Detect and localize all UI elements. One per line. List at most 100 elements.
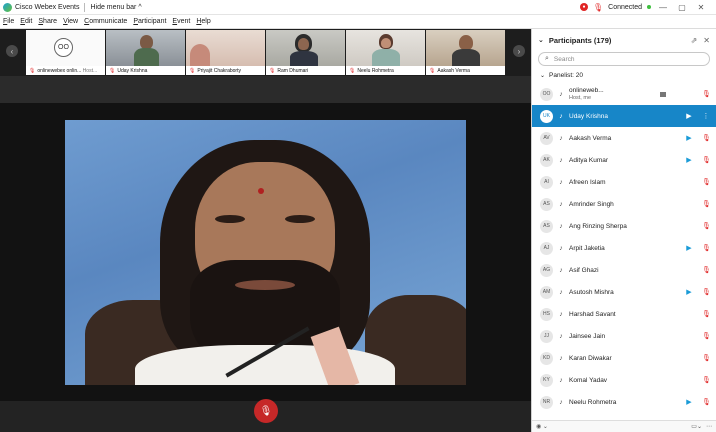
avatar: KY <box>540 373 553 387</box>
avatar: OO <box>54 38 73 57</box>
menu-view[interactable]: View <box>63 18 78 25</box>
avatar: UK <box>540 109 553 123</box>
hide-menu-bar-button[interactable]: Hide menu bar ^ <box>90 4 141 11</box>
minimize-button[interactable]: — <box>656 3 670 12</box>
connection-status: Connected <box>608 3 642 11</box>
thumbnail-uday-krishna[interactable]: 🎙 Uday Krishna <box>106 30 185 75</box>
video-camera-icon: ▶ <box>686 399 692 406</box>
mic-muted-icon: 🎙 <box>349 67 356 74</box>
participant-name-block: Aakash Verma <box>569 135 684 142</box>
participant-name-block: Uday Krishna <box>569 113 684 120</box>
mic-muted-icon: 🎙 <box>702 355 711 362</box>
participant-name: Amrinder Singh <box>569 200 614 208</box>
thumbnail-name: Ram Dhumari <box>277 67 309 74</box>
menu-participant[interactable]: Participant <box>133 18 166 25</box>
menu-help[interactable]: Help <box>196 18 210 25</box>
participant-row[interactable]: JJ ♪ Jainsee Jain 🎙 <box>532 325 716 347</box>
maximize-button[interactable]: ▢ <box>675 3 689 12</box>
thumbnail-name: Uday Krishna <box>117 67 148 74</box>
video-camera-icon: ▶ <box>686 135 692 142</box>
mic-muted-icon: 🎙 <box>702 179 711 186</box>
video-stage: ‹ OO 🎙 onlinewebex onlin... Host... 🎙 Uday… <box>0 29 531 432</box>
avatar: AJ <box>540 241 553 255</box>
participant-row[interactable]: AM ♪ Asutosh Mishra ▶ 🎙 <box>532 281 716 303</box>
menu-event[interactable]: Event <box>172 18 190 25</box>
thumbnail-ram-dhumari[interactable]: 🎙 Ram Dhumari <box>266 30 345 75</box>
participant-row[interactable]: AG ♪ Asif Ghazi 🎙 <box>532 259 716 281</box>
mic-muted-icon: 🎙 <box>702 289 711 296</box>
participant-name-block: Arpit Jaketia <box>569 245 684 252</box>
avatar: NR <box>540 395 553 409</box>
participant-video <box>140 35 153 49</box>
stage-toolbar-area <box>0 76 531 103</box>
menu-file[interactable]: File <box>3 18 14 25</box>
mic-muted-icon: 🎙 <box>702 333 711 340</box>
participant-name-block: onlineweb... Host, me <box>569 87 660 101</box>
participant-row[interactable]: AS ♪ Amrinder Singh 🎙 <box>532 193 716 215</box>
chat-icon[interactable]: ▭⌄ <box>691 423 702 430</box>
audio-icon: ♪ <box>559 266 563 274</box>
chevron-down-icon: ⌄ <box>540 73 546 79</box>
menu-communicate[interactable]: Communicate <box>84 18 127 25</box>
audio-icon: ♪ <box>559 376 563 384</box>
recording-icon[interactable]: ● <box>579 3 588 11</box>
avatar: OO <box>540 87 553 101</box>
participants-panel: ⌄ Participants (179) ⇗ ✕ ⌕ Search ⌄ Panel… <box>531 29 716 432</box>
mic-muted-icon: 🎙 <box>29 67 36 74</box>
more-options-icon[interactable]: ⋮ <box>702 112 710 120</box>
participant-row[interactable]: HS ♪ Harshad Savant 🎙 <box>532 303 716 325</box>
avatar: AM <box>540 285 553 299</box>
participant-name: Karan Diwakar <box>569 354 612 362</box>
strip-left-arrow-icon[interactable]: ‹ <box>6 45 18 57</box>
title-bar: Cisco Webex Events Hide menu bar ^ ● 🎙 C… <box>0 0 716 15</box>
title-separator <box>84 2 86 12</box>
participant-name: Ang Rinzing Sherpa <box>569 222 627 230</box>
participant-row[interactable]: AK ♪ Aditya Kumar ▶ 🎙 <box>532 149 716 171</box>
participants-title: Participants (179) <box>548 35 612 45</box>
participant-row[interactable]: KY ♪ Komal Yadav 🎙 <box>532 369 716 391</box>
more-options-icon[interactable]: ⋯ <box>706 423 712 430</box>
participant-row[interactable]: OO ♪ onlineweb... Host, me 🎙 <box>532 83 716 105</box>
thumbnail-name: onlinewebex onlin... <box>37 67 82 74</box>
participant-row[interactable]: KD ♪ Karan Diwakar 🎙 <box>532 347 716 369</box>
thumbnail-neelu-rohmetra[interactable]: 🎙 Neelu Rohmetra <box>346 30 425 75</box>
webex-logo-icon <box>3 2 12 12</box>
close-panel-icon[interactable]: ✕ <box>703 36 710 45</box>
close-button[interactable]: ✕ <box>694 3 708 12</box>
participant-row[interactable]: AS ♪ Ang Rinzing Sherpa 🎙 <box>532 215 716 237</box>
participant-name-block: Afreen Islam <box>569 179 684 186</box>
thumbnail-host[interactable]: OO 🎙 onlinewebex onlin... Host... <box>26 30 105 75</box>
audio-icon: ♪ <box>559 90 563 98</box>
participant-row[interactable]: AI ♪ Afreen Islam 🎙 <box>532 171 716 193</box>
main-video[interactable] <box>65 120 466 385</box>
audio-icon: ♪ <box>559 288 563 296</box>
menu-share[interactable]: Share <box>38 18 57 25</box>
thumbnail-aakash-verma[interactable]: 🎙 Aakash Verma <box>426 30 505 75</box>
avatar: AI <box>540 175 553 189</box>
menu-edit[interactable]: Edit <box>20 18 32 25</box>
mute-button[interactable]: 🎙 <box>254 399 278 423</box>
audio-icon: ♪ <box>559 178 563 186</box>
status-globe-icon[interactable]: ◉ ⌄ <box>536 423 548 430</box>
strip-right-arrow-icon[interactable]: › <box>513 45 525 57</box>
audio-icon: ♪ <box>559 134 563 142</box>
participant-video <box>459 35 473 50</box>
participant-name-block: Karan Diwakar <box>569 355 684 362</box>
participant-row[interactable]: AJ ♪ Arpit Jaketia ▶ 🎙 <box>532 237 716 259</box>
participant-name-block: Ang Rinzing Sherpa <box>569 223 684 230</box>
search-placeholder: Search <box>553 55 575 63</box>
participant-row[interactable]: UK ♪ Uday Krishna ▶ ⋮ <box>532 105 716 127</box>
panelist-group-header[interactable]: ⌄ Panelist: 20 <box>532 68 716 83</box>
popout-icon[interactable]: ⇗ <box>691 36 698 45</box>
search-icon: ⌕ <box>545 55 549 62</box>
participant-name-block: Aditya Kumar <box>569 157 684 164</box>
avatar: KD <box>540 351 553 365</box>
search-input[interactable]: ⌕ Search <box>538 52 710 66</box>
mic-muted-icon: 🎙 <box>189 67 196 74</box>
thumbnail-priyajit-chakraborty[interactable]: 🎙 Priyajit Chakraborty <box>186 30 265 75</box>
participant-row[interactable]: NR ♪ Neelu Rohmetra ▶ 🎙 <box>532 391 716 413</box>
participant-name-block: Harshad Savant <box>569 311 684 318</box>
participant-name: Komal Yadav <box>569 376 608 384</box>
participant-row[interactable]: AV ♪ Aakash Verma ▶ 🎙 <box>532 127 716 149</box>
chevron-down-icon[interactable]: ⌄ <box>538 36 544 44</box>
